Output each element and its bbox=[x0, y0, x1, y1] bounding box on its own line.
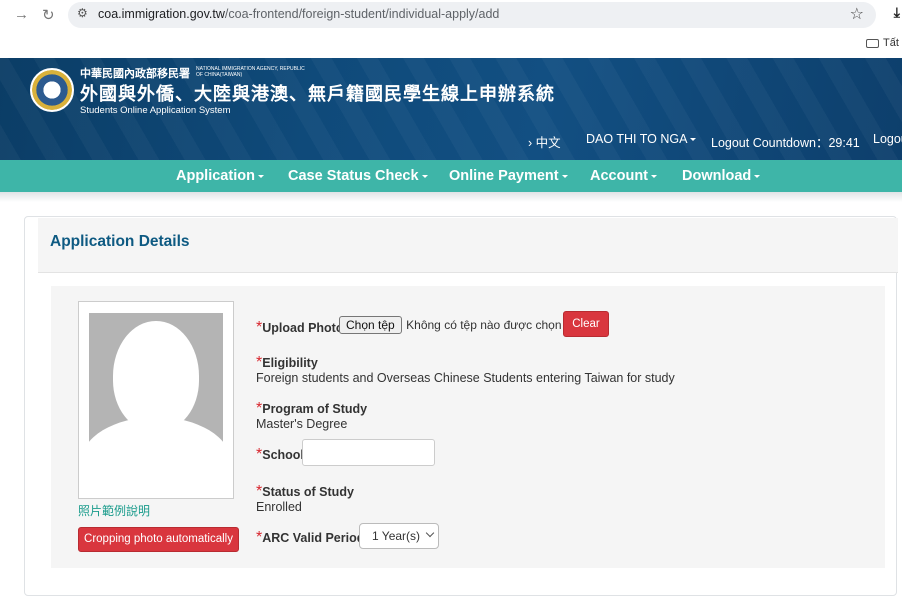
logout-countdown-label: Logout Countdown： bbox=[711, 136, 829, 150]
address-bar[interactable]: ⚙ coa.immigration.gov.tw/coa-frontend/fo… bbox=[68, 2, 876, 28]
upload-photo-field: *Upload Photo bbox=[256, 319, 343, 337]
bookmark-folder[interactable]: Tất bbox=[866, 37, 899, 49]
photo-preview bbox=[78, 301, 234, 499]
agency-name-en: NATIONAL IMMIGRATION AGENCY, REPUBLIC OF… bbox=[196, 66, 305, 78]
agency-logo bbox=[30, 68, 74, 112]
nav-application[interactable]: Application bbox=[176, 168, 264, 184]
forward-icon[interactable]: → bbox=[14, 6, 29, 23]
eligibility-value: Foreign students and Overseas Chinese St… bbox=[256, 371, 675, 385]
agency-name: 中華民國內政部移民署 bbox=[80, 68, 190, 80]
main-nav: Application Case Status Check Online Pay… bbox=[0, 160, 902, 192]
system-title-en: Students Online Application System bbox=[80, 105, 231, 116]
site-header: 中華民國內政部移民署 NATIONAL IMMIGRATION AGENCY, … bbox=[0, 58, 902, 160]
browser-toolbar: → ↻ ⚙ coa.immigration.gov.tw/coa-fronten… bbox=[0, 0, 902, 30]
caret-down-icon bbox=[421, 174, 428, 178]
status-label: Status of Study bbox=[262, 485, 354, 499]
nav-download[interactable]: Download bbox=[682, 168, 761, 184]
arc-period-select[interactable]: 1 Year(s) bbox=[359, 523, 439, 549]
caret-down-icon bbox=[257, 174, 264, 178]
upload-photo-label: Upload Photo bbox=[262, 321, 344, 335]
logout-countdown: Logout Countdown：29:41 bbox=[711, 132, 860, 151]
crop-photo-button[interactable]: Cropping photo automatically bbox=[78, 527, 239, 552]
caret-down-icon bbox=[690, 138, 697, 142]
caret-down-icon bbox=[561, 174, 568, 178]
nav-label: Case Status Check bbox=[288, 168, 419, 184]
logout-link[interactable]: Logout bbox=[873, 132, 902, 146]
logout-countdown-value: 29:41 bbox=[828, 136, 860, 150]
eligibility-label: Eligibility bbox=[262, 356, 318, 370]
school-input[interactable] bbox=[302, 439, 435, 466]
choose-file-button[interactable]: Chọn tệp bbox=[339, 316, 402, 334]
url-text: coa.immigration.gov.tw/coa-frontend/fore… bbox=[98, 7, 499, 21]
language-switch[interactable]: › 中文 bbox=[528, 132, 561, 151]
chevron-right-icon: › bbox=[528, 136, 533, 150]
program-field: *Program of Study bbox=[256, 400, 367, 418]
nav-shadow bbox=[0, 192, 902, 202]
user-name: DAO THI TO NGA bbox=[586, 132, 688, 146]
avatar-placeholder-icon bbox=[89, 313, 223, 459]
bookmark-folder-label: Tất bbox=[883, 37, 899, 49]
nav-label: Account bbox=[590, 168, 648, 184]
nav-label: Application bbox=[176, 168, 255, 184]
arc-period-value: 1 Year(s) bbox=[372, 529, 421, 543]
status-value: Enrolled bbox=[256, 500, 302, 514]
program-value: Master's Degree bbox=[256, 417, 348, 431]
system-title: 外國與外僑、大陸與港澳、無戶籍國民學生線上申辦系統 bbox=[80, 84, 555, 104]
arc-label: ARC Valid Period bbox=[262, 531, 365, 545]
nav-label: Online Payment bbox=[449, 168, 559, 184]
photo-example-link[interactable]: 照片範例說明 bbox=[78, 502, 150, 519]
application-panel: Application Details 照片範例說明 Cropping phot… bbox=[24, 216, 898, 596]
chevron-down-icon bbox=[425, 528, 435, 538]
no-file-text: Không có tệp nào được chọn bbox=[406, 318, 562, 332]
nav-account[interactable]: Account bbox=[590, 168, 657, 184]
reload-icon[interactable]: ↻ bbox=[42, 6, 55, 24]
clear-button[interactable]: Clear bbox=[563, 311, 609, 337]
caret-down-icon bbox=[754, 174, 761, 178]
folder-icon bbox=[866, 38, 879, 48]
program-label: Program of Study bbox=[262, 402, 368, 416]
file-input[interactable]: Chọn tệp Không có tệp nào được chọn bbox=[339, 316, 562, 334]
panel-title: Application Details bbox=[50, 233, 190, 250]
bookmarks-bar: Tất bbox=[0, 30, 902, 58]
url-domain: coa.immigration.gov.tw bbox=[98, 7, 225, 21]
download-icon[interactable]: ⤓ bbox=[894, 4, 900, 21]
eligibility-field: *Eligibility bbox=[256, 354, 318, 372]
bookmark-star-icon[interactable]: ☆ bbox=[850, 4, 864, 24]
panel-header: Application Details bbox=[38, 218, 898, 273]
nav-label: Download bbox=[682, 168, 752, 184]
arc-field: *ARC Valid Period bbox=[256, 529, 364, 547]
nav-online-payment[interactable]: Online Payment bbox=[449, 168, 568, 184]
nav-case-status-check[interactable]: Case Status Check bbox=[288, 168, 428, 184]
application-form: 照片範例說明 Cropping photo automatically *Upl… bbox=[51, 286, 885, 568]
url-path: /coa-frontend/foreign-student/individual… bbox=[224, 7, 500, 21]
school-field: *School bbox=[256, 446, 304, 464]
user-menu[interactable]: DAO THI TO NGA bbox=[586, 132, 697, 146]
language-label: 中文 bbox=[535, 136, 561, 150]
caret-down-icon bbox=[651, 174, 657, 178]
site-settings-icon[interactable]: ⚙ bbox=[77, 6, 88, 20]
school-label: School bbox=[262, 448, 304, 462]
status-field: *Status of Study bbox=[256, 483, 354, 501]
